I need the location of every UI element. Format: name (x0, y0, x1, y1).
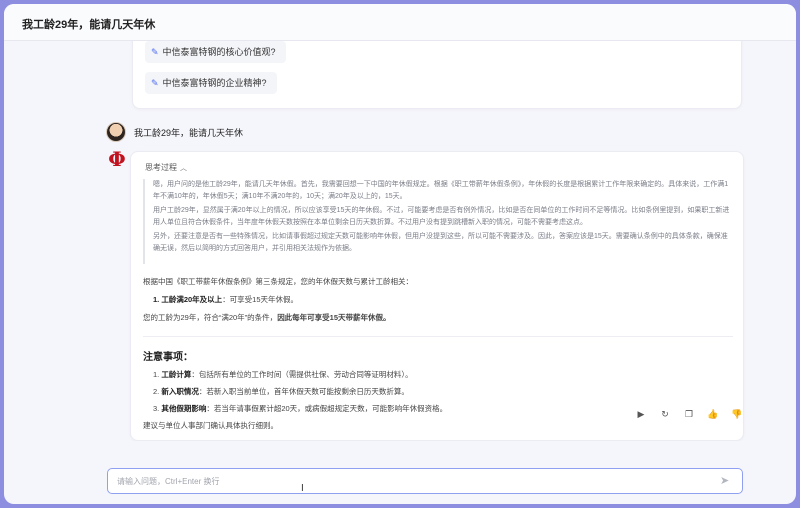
answer-toolbar: ▶ ↻ ❐ 👍 👎 (634, 407, 744, 421)
rule-item-rest: ：可享受15天年休假。 (222, 295, 299, 304)
note-item: 3. 其他假期影响：若当年请事假累计超20天，或病假超规定天数，可能影响年休假资… (153, 404, 448, 413)
note-rest: ：若新入职当前单位，首年休假天数可能按剩余日历天数折算。 (198, 387, 409, 396)
divider (143, 336, 733, 337)
advice-text: 建议与单位人事部门确认具体执行细则。 (143, 421, 278, 430)
conclusion-bold: 因此每年可享受15天带薪年休假。 (277, 313, 391, 322)
user-message-text: 我工龄29年，能请几天年休 (134, 127, 244, 138)
chat-area: ✎ 中信泰富特钢的核心价值观? ✎ 中信泰富特钢的企业精神? 我工龄29年，能请… (4, 41, 796, 441)
conversation-title: 我工龄29年，能请几天年休 (22, 19, 156, 31)
user-avatar (106, 122, 126, 142)
chat-window: 我工龄29年，能请几天年休 ✎ 中信泰富特钢的核心价值观? ✎ 中信泰富特钢的企… (4, 4, 796, 504)
suggestion-item[interactable]: ✎ 中信泰富特钢的核心价值观? (145, 41, 286, 63)
answer-conclusion: 您的工龄为29年，符合“满20年”的条件，因此每年可享受15天带薪年休假。 (143, 312, 733, 323)
text-cursor-icon: I (301, 483, 304, 494)
rule-item-bold: 1. 工龄满20年及以上 (153, 295, 223, 304)
think-toggle[interactable]: 思考过程 ︿ (145, 162, 187, 173)
note-item: 1. 工龄计算：包括所有单位的工作时间（需提供社保、劳动合同等证明材料）。 (153, 370, 413, 379)
rule-item: 1. 工龄满20年及以上：可享受15天年休假。 (153, 294, 298, 305)
thumbs-up-icon[interactable]: 👍 (706, 407, 720, 421)
think-paragraph: 用户工龄29年，显然属于满20年以上的情况，所以应该享受15天的年休假。不过，可… (153, 207, 730, 226)
answer-card: 思考过程 ︿ 嗯，用户问的是他工龄29年，能请几天年休假。首先，我需要回想一下中国… (130, 151, 744, 441)
suggestion-item[interactable]: ✎ 中信泰富特钢的企业精神? (145, 72, 277, 94)
suggestion-card: ✎ 中信泰富特钢的核心价值观? ✎ 中信泰富特钢的企业精神? (132, 41, 742, 109)
answer-intro: 根据中国《职工带薪年休假条例》第三条规定，您的年休假天数与累计工龄相关： (143, 277, 413, 286)
copy-icon[interactable]: ❐ (682, 407, 696, 421)
think-paragraph: 另外，还要注意是否有一些特殊情况，比如请事假超过规定天数可能影响年休假，但用户没… (153, 233, 728, 252)
think-content: 嗯，用户问的是他工龄29年，能请几天年休假。首先，我需要回想一下中国的年休假规定… (143, 179, 733, 264)
user-message: 我工龄29年，能请几天年休 (106, 121, 243, 143)
send-icon[interactable]: ➤ (720, 474, 734, 488)
assistant-logo-icon: Φ (108, 147, 126, 171)
note-rest: ：包括所有单位的工作时间（需提供社保、劳动合同等证明材料）。 (191, 370, 413, 379)
refresh-icon[interactable]: ↻ (658, 407, 672, 421)
chevron-up-icon: ︿ (180, 165, 187, 172)
thumbs-down-icon[interactable]: 👎 (730, 407, 744, 421)
suggestion-label: 中信泰富特钢的企业精神? (162, 78, 267, 88)
pen-icon: ✎ (151, 78, 159, 88)
note-rest: ：若当年请事假累计超20天，或病假超规定天数，可能影响年休假资格。 (206, 404, 448, 413)
notes-title: 注意事项： (143, 352, 193, 363)
note-bold: 新入职情况 (161, 387, 199, 396)
pen-icon: ✎ (151, 47, 159, 57)
question-input[interactable] (117, 473, 697, 490)
think-paragraph: 嗯，用户问的是他工龄29年，能请几天年休假。首先，我需要回想一下中国的年休假规定… (153, 181, 729, 200)
play-icon[interactable]: ▶ (634, 407, 648, 421)
think-label: 思考过程 (145, 163, 177, 172)
conclusion-prefix: 您的工龄为29年，符合“满20年”的条件， (143, 313, 278, 322)
suggestion-label: 中信泰富特钢的核心价值观? (162, 47, 276, 57)
note-bold: 其他假期影响 (161, 404, 207, 413)
note-item: 2. 新入职情况：若新入职当前单位，首年休假天数可能按剩余日历天数折算。 (153, 387, 409, 396)
question-input-box[interactable]: ➤ (107, 468, 743, 494)
note-bold: 工龄计算 (161, 370, 192, 379)
header-bar: 我工龄29年，能请几天年休 (4, 4, 796, 41)
